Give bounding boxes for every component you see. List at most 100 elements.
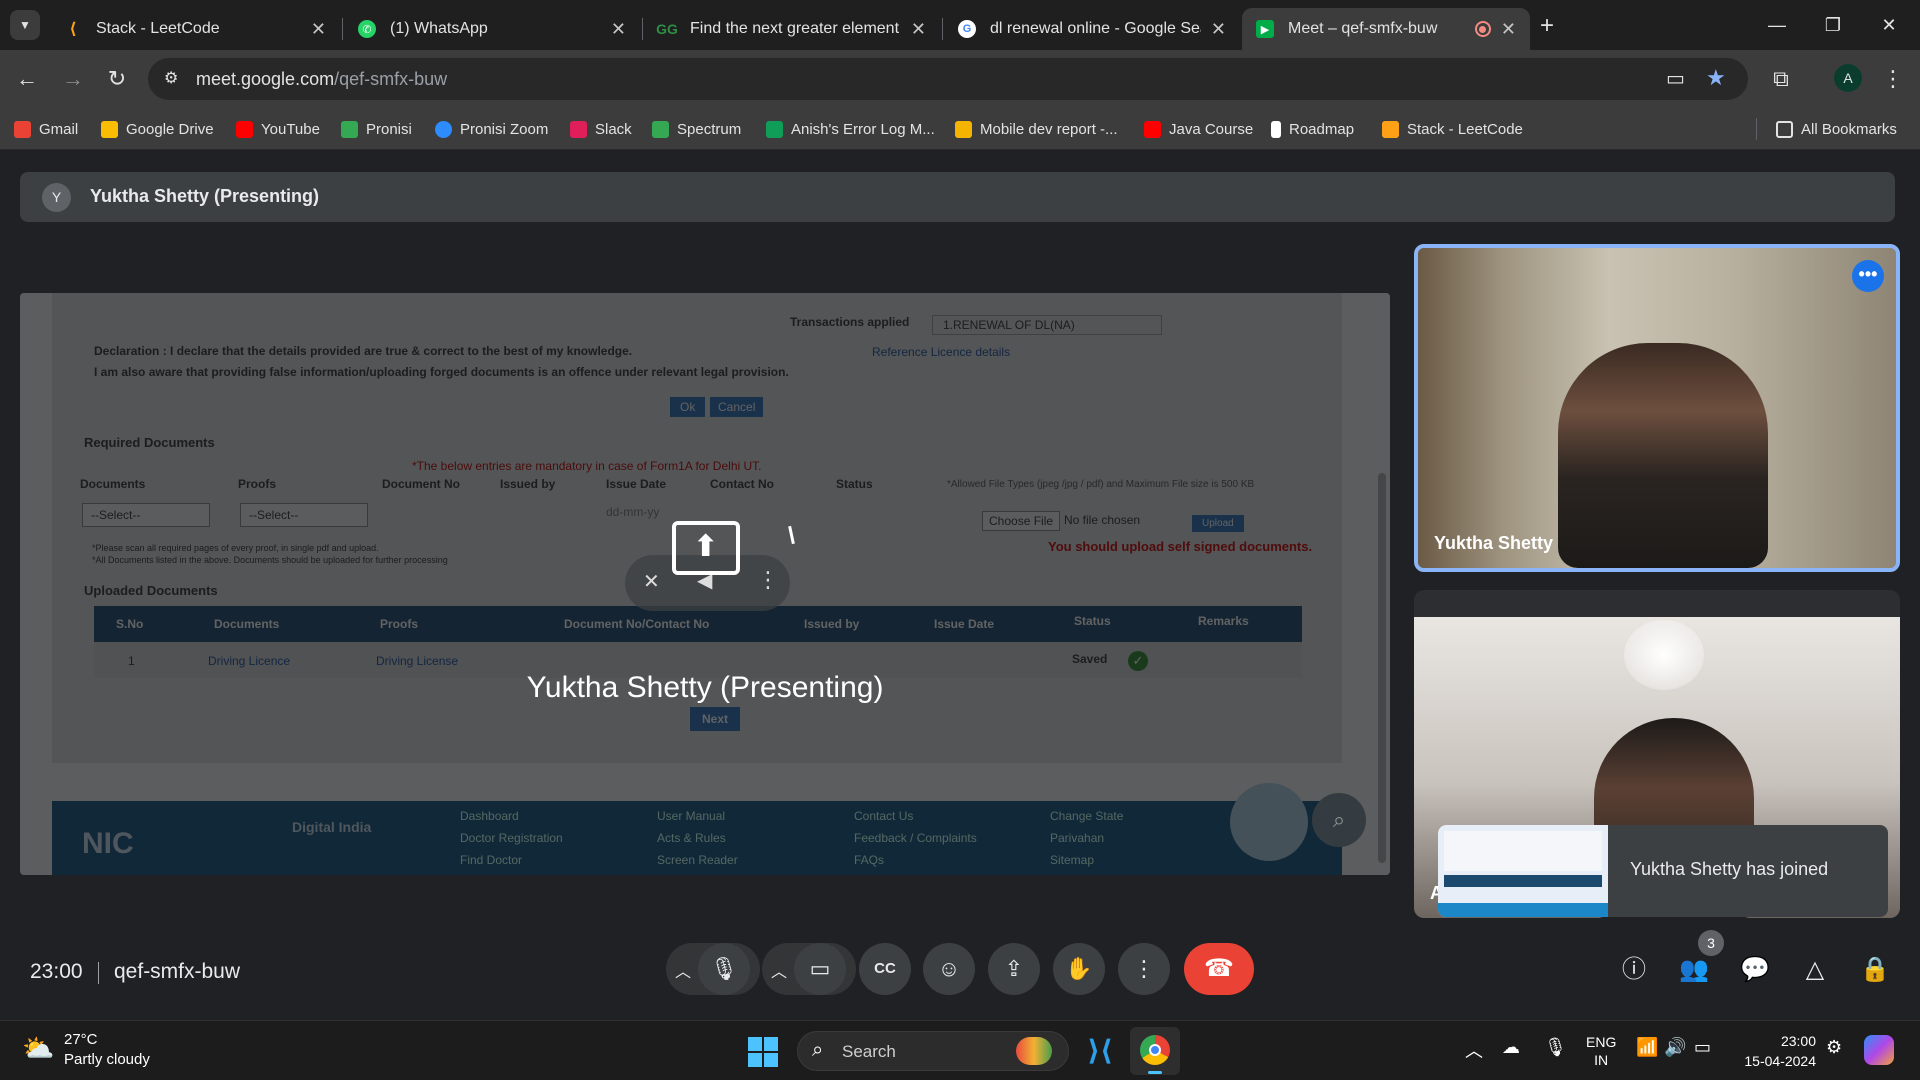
tab-geeksforgeeks[interactable]: GG Find the next greater element in ✕ xyxy=(644,8,940,50)
show-hidden-icons[interactable]: ︿ xyxy=(1465,1037,1483,1063)
vscode-taskbar-icon[interactable]: ⟩⟨ xyxy=(1084,1035,1116,1067)
back-button[interactable]: ← xyxy=(10,62,44,96)
extensions-icon[interactable]: ⧉ xyxy=(1764,62,1798,96)
site-info-icon[interactable]: ⚙ xyxy=(164,68,178,88)
close-tab-icon[interactable]: ✕ xyxy=(1501,19,1516,40)
bookmark-label: Stack - LeetCode xyxy=(1407,120,1523,138)
participant-more-options-icon[interactable]: ••• xyxy=(1852,260,1884,292)
address-bar[interactable]: ⚙ meet.google.com/qef-smfx-buw ▭ ★ xyxy=(148,58,1748,100)
profile-avatar[interactable]: A xyxy=(1834,64,1862,92)
video-options-chevron-icon[interactable]: ︿ xyxy=(771,958,787,982)
volume-tray-icon[interactable]: 🔊 xyxy=(1664,1037,1686,1058)
tab-search-button[interactable]: ▼ xyxy=(10,10,40,40)
close-tab-icon[interactable]: ✕ xyxy=(611,19,626,40)
audio-options-chevron-icon[interactable]: ︿ xyxy=(675,958,691,982)
recording-icon xyxy=(1474,21,1491,37)
gmail-icon xyxy=(14,120,31,138)
slides-icon xyxy=(955,120,972,138)
camera-button[interactable]: ▭ xyxy=(794,943,846,995)
tab-meet[interactable]: ▶ Meet – qef-smfx-buw ✕ xyxy=(1242,8,1530,50)
reload-button[interactable]: ↻ xyxy=(100,62,134,96)
browser-menu-icon[interactable]: ⋮ xyxy=(1876,62,1910,96)
bookmark-slack[interactable]: Slack xyxy=(570,117,632,141)
google-icon: G xyxy=(958,20,976,38)
sheets-icon xyxy=(766,120,783,138)
join-notification: Yuktha Shetty has joined xyxy=(1438,825,1888,917)
restore-button[interactable]: ❐ xyxy=(1810,10,1856,40)
close-window-button[interactable]: ✕ xyxy=(1866,10,1912,40)
tab-google-search[interactable]: G dl renewal online - Google Sear ✕ xyxy=(944,8,1240,50)
bookmark-java-course[interactable]: Java Course xyxy=(1144,117,1253,141)
ceiling-light xyxy=(1624,620,1704,690)
activities-icon[interactable]: △ xyxy=(1795,950,1835,990)
chat-icon[interactable]: 💬 xyxy=(1735,950,1775,990)
present-now-button[interactable]: ⇪ xyxy=(988,943,1040,995)
bookmark-star-icon[interactable]: ★ xyxy=(1706,65,1726,91)
windows-taskbar: ⛅ 27°C Partly cloudy ⌕ Search ⟩⟨ ︿ ☁ 🎙 E… xyxy=(0,1020,1920,1080)
close-tab-icon[interactable]: ✕ xyxy=(911,19,926,40)
tab-leetcode[interactable]: ⟨ Stack - LeetCode ✕ xyxy=(50,8,340,50)
search-placeholder: Search xyxy=(842,1042,896,1061)
microphone-tray-icon[interactable]: 🎙 xyxy=(1544,1037,1567,1058)
captions-button[interactable]: CC xyxy=(859,943,911,995)
tab-title: dl renewal online - Google Sear xyxy=(990,20,1201,37)
more-options-button[interactable]: ⋮ xyxy=(1118,943,1170,995)
camera-in-use-icon[interactable]: ▭ xyxy=(1666,66,1685,91)
leetcode-icon: ⟨ xyxy=(69,21,77,38)
bookmark-youtube[interactable]: YouTube xyxy=(236,117,320,141)
meeting-details-icon[interactable]: ⓘ xyxy=(1614,950,1654,990)
people-icon[interactable]: 👥 xyxy=(1674,950,1714,990)
meet-control-bar: 23:00 qef-smfx-buw ︿ 🎙 ︿ ▭ CC ☺ ⇪ ✋ ⋮ ☎ … xyxy=(0,920,1920,1020)
raise-hand-button[interactable]: ✋ xyxy=(1053,943,1105,995)
bookmark-pronisi[interactable]: Pronisi xyxy=(341,117,412,141)
people-count-badge: 3 xyxy=(1698,930,1724,956)
pin-off-icon[interactable]: ✕ xyxy=(643,569,660,594)
notification-settings-icon[interactable]: ⚙ xyxy=(1826,1037,1842,1058)
participant-tile-yuktha[interactable]: ••• Yuktha Shetty xyxy=(1414,244,1900,572)
tile-more-icon[interactable]: ⋮ xyxy=(757,567,779,593)
language-indicator[interactable]: ENG IN xyxy=(1586,1033,1616,1069)
taskbar-search[interactable]: ⌕ Search xyxy=(797,1031,1069,1071)
forward-button[interactable]: → xyxy=(56,62,90,96)
bookmark-label: Java Course xyxy=(1169,120,1254,138)
host-controls-icon[interactable]: 🔒 xyxy=(1855,950,1895,990)
folder-icon xyxy=(1776,120,1793,138)
bookmark-google-drive[interactable]: Google Drive xyxy=(101,117,214,141)
bookmark-label: Roadmap xyxy=(1289,120,1355,138)
toast-text: Yuktha Shetty has joined xyxy=(1630,859,1829,879)
emoji-reactions-button[interactable]: ☺ xyxy=(923,943,975,995)
leave-call-button[interactable]: ☎ xyxy=(1184,943,1254,995)
browser-tab-strip: ▼ ⟨ Stack - LeetCode ✕ ✆ (1) WhatsApp ✕ … xyxy=(0,0,1920,50)
participant-name: Yuktha Shetty xyxy=(1434,533,1554,553)
gfg-icon: GG xyxy=(656,21,678,37)
bookmark-label: Google Drive xyxy=(126,120,214,138)
bookmark-stack-leetcode[interactable]: Stack - LeetCode xyxy=(1382,117,1523,141)
close-tab-icon[interactable]: ✕ xyxy=(1211,19,1226,40)
all-bookmarks[interactable]: All Bookmarks xyxy=(1776,117,1897,141)
bookmark-spectrum[interactable]: Spectrum xyxy=(652,117,741,141)
chrome-taskbar-icon[interactable] xyxy=(1130,1027,1180,1075)
bookmark-roadmap[interactable]: Roadmap xyxy=(1271,117,1354,141)
bookmark-error-log[interactable]: Anish's Error Log M... xyxy=(766,117,935,141)
minimize-button[interactable]: — xyxy=(1754,10,1800,40)
drive-icon xyxy=(101,120,118,138)
close-tab-icon[interactable]: ✕ xyxy=(311,19,326,40)
bookmark-gmail[interactable]: Gmail xyxy=(14,117,78,141)
wifi-icon[interactable]: 📶 xyxy=(1636,1037,1658,1058)
new-tab-button[interactable]: + xyxy=(1540,12,1554,40)
bookmark-pronisi-zoom[interactable]: Pronisi Zoom xyxy=(435,117,548,141)
microphone-button[interactable]: 🎙 xyxy=(698,943,750,995)
start-button[interactable] xyxy=(748,1037,778,1067)
tab-title: Find the next greater element in xyxy=(690,20,901,37)
bookmark-label: Slack xyxy=(595,120,632,138)
clock-date[interactable]: 23:00 15-04-2024 xyxy=(1738,1031,1816,1071)
tab-whatsapp[interactable]: ✆ (1) WhatsApp ✕ xyxy=(344,8,640,50)
bookmark-label: Anish's Error Log M... xyxy=(791,120,935,138)
copilot-icon[interactable] xyxy=(1864,1035,1894,1065)
weather-condition: Partly cloudy xyxy=(64,1051,150,1068)
bookmark-label: Pronisi Zoom xyxy=(460,120,549,138)
battery-icon[interactable]: ▭ xyxy=(1694,1037,1711,1058)
shared-screen[interactable]: Transactions applied 1.RENEWAL OF DL(NA)… xyxy=(20,293,1390,875)
bookmark-mobile-dev-report[interactable]: Mobile dev report -... xyxy=(955,117,1118,141)
onedrive-icon[interactable]: ☁ xyxy=(1502,1037,1520,1058)
